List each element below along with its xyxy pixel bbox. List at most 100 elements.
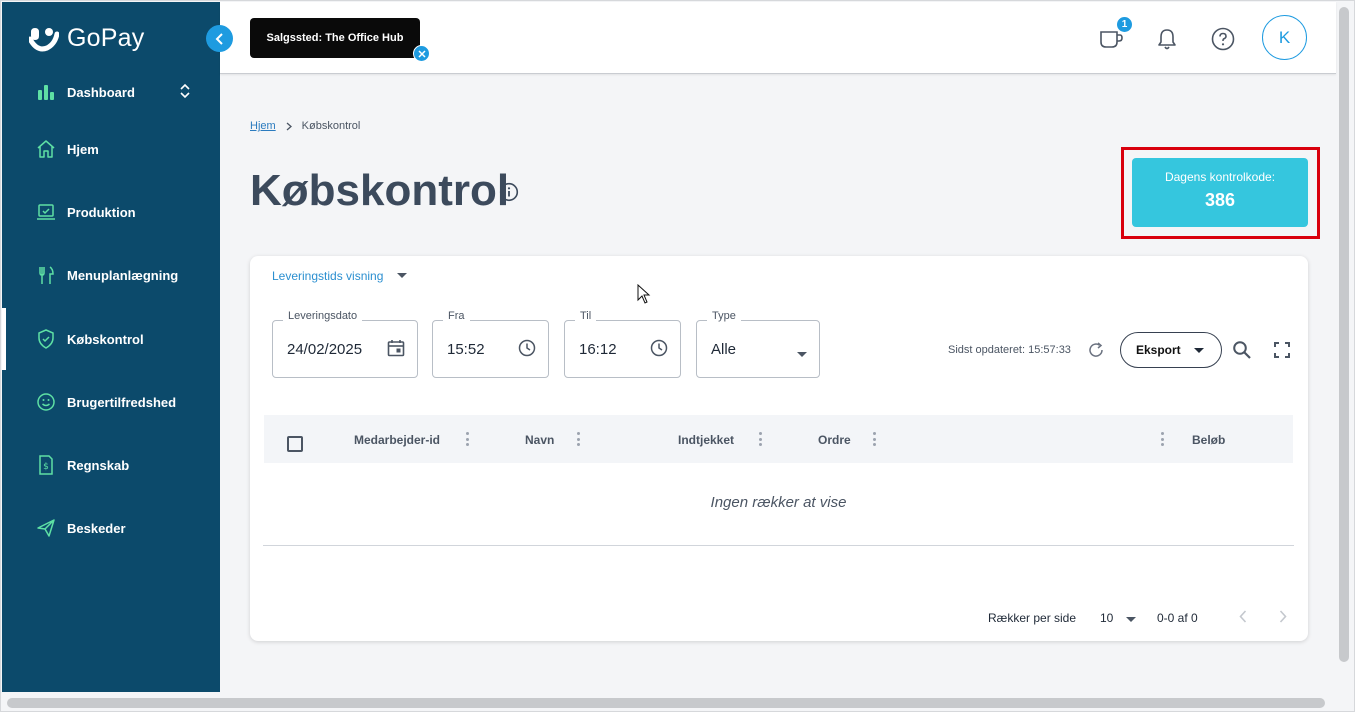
to-time-field[interactable]: Til 16:12 bbox=[564, 310, 681, 378]
column-menu-icon[interactable] bbox=[758, 432, 762, 446]
sidebar-item-hjem[interactable]: Hjem bbox=[2, 118, 220, 180]
refresh-icon[interactable] bbox=[1087, 341, 1105, 364]
cup-icon bbox=[1100, 31, 1123, 48]
bar-chart-icon bbox=[38, 85, 54, 100]
export-label: Eksport bbox=[1136, 343, 1181, 357]
caret-down-icon bbox=[397, 273, 408, 278]
view-mode-label: Leveringstids visning bbox=[272, 269, 384, 283]
sidebar-item-label: Købskontrol bbox=[67, 331, 144, 347]
close-icon bbox=[417, 49, 426, 58]
column-menu-icon[interactable] bbox=[465, 432, 469, 446]
sidebar-item-label: Hjem bbox=[67, 141, 99, 157]
clock-icon[interactable] bbox=[518, 339, 536, 362]
from-time-value: 15:52 bbox=[447, 341, 485, 358]
type-select[interactable]: Type Alle bbox=[696, 310, 820, 378]
column-menu-icon[interactable] bbox=[1160, 432, 1164, 446]
control-code-value: 386 bbox=[1204, 190, 1236, 210]
app-window: GoPay Dashboard Hjem Produktion Menuplan… bbox=[0, 0, 1355, 712]
help-button[interactable] bbox=[1210, 26, 1236, 52]
column-header-checked-in[interactable]: Indtjekket bbox=[678, 433, 734, 447]
table-header: Medarbejder-id Navn Indtjekket Ordre Bel… bbox=[264, 415, 1293, 463]
calendar-icon[interactable] bbox=[387, 339, 405, 362]
shield-check-icon bbox=[35, 328, 57, 350]
notifications-button[interactable] bbox=[1154, 26, 1180, 52]
caret-down-icon bbox=[797, 345, 807, 363]
last-updated-text: Sidst opdateret: 15:57:33 bbox=[948, 344, 1071, 356]
store-chip[interactable]: Salgssted: The Office Hub bbox=[250, 18, 420, 58]
collapse-sidebar-button[interactable] bbox=[206, 25, 233, 52]
from-time-field[interactable]: Fra 15:52 bbox=[432, 310, 549, 378]
sidebar-item-regnskab[interactable]: $ Regnskab bbox=[2, 434, 220, 496]
sidebar-item-label: Menuplanlægning bbox=[67, 267, 179, 283]
sidebar-item-label: Produktion bbox=[67, 204, 136, 220]
avatar[interactable]: K bbox=[1262, 15, 1307, 60]
bell-icon bbox=[1158, 29, 1176, 50]
sidebar: GoPay Dashboard Hjem Produktion Menuplan… bbox=[2, 2, 220, 692]
gopay-logo[interactable]: GoPay bbox=[29, 24, 144, 53]
store-chip-close-button[interactable] bbox=[413, 45, 430, 62]
smiley-icon bbox=[35, 391, 57, 413]
to-time-label: Til bbox=[575, 310, 597, 322]
cutlery-icon bbox=[35, 264, 57, 286]
delivery-date-value: 24/02/2025 bbox=[287, 341, 363, 358]
control-code-card: Dagens kontrolkode: 386 bbox=[1132, 158, 1308, 227]
sidebar-item-menuplanlaegning[interactable]: Menuplanlægning bbox=[2, 244, 220, 306]
rows-per-page-select[interactable]: 10 bbox=[1100, 611, 1113, 625]
top-bar: Salgssted: The Office Hub 1 K bbox=[220, 2, 1336, 74]
purchase-control-card: Leveringstids visning Leveringsdato 24/0… bbox=[250, 256, 1308, 641]
type-label: Type bbox=[707, 310, 741, 322]
home-icon bbox=[35, 138, 57, 160]
to-time-value: 16:12 bbox=[579, 341, 617, 358]
column-menu-icon[interactable] bbox=[576, 432, 580, 446]
pagination-range: 0-0 af 0 bbox=[1157, 611, 1198, 625]
type-value: Alle bbox=[711, 341, 737, 358]
vertical-scrollbar[interactable] bbox=[1339, 7, 1349, 662]
column-header-employee-id[interactable]: Medarbejder-id bbox=[354, 433, 440, 447]
select-all-checkbox[interactable] bbox=[287, 436, 303, 452]
previous-page-icon[interactable] bbox=[1239, 610, 1247, 626]
column-header-name[interactable]: Navn bbox=[525, 433, 554, 447]
column-header-amount[interactable]: Beløb bbox=[1192, 433, 1225, 447]
delivery-date-field[interactable]: Leveringsdato 24/02/2025 bbox=[272, 310, 418, 378]
chevron-left-icon bbox=[215, 32, 223, 45]
export-button[interactable]: Eksport bbox=[1120, 332, 1222, 368]
svg-text:$: $ bbox=[43, 462, 49, 472]
horizontal-scrollbar[interactable] bbox=[7, 698, 1325, 708]
control-code-label: Dagens kontrolkode: bbox=[1164, 170, 1276, 184]
rows-per-page-label: Rækker per side bbox=[988, 611, 1077, 625]
breadcrumb: Hjem Købskontrol bbox=[250, 120, 360, 132]
sidebar-item-produktion[interactable]: Produktion bbox=[2, 181, 220, 243]
delivery-date-label: Leveringsdato bbox=[283, 310, 363, 322]
breadcrumb-current: Købskontrol bbox=[301, 120, 361, 132]
paper-plane-icon bbox=[35, 517, 57, 539]
page-title: Købskontrol bbox=[250, 166, 510, 215]
help-icon bbox=[1211, 27, 1235, 51]
dashboard-label: Dashboard bbox=[67, 84, 135, 100]
search-icon[interactable] bbox=[1232, 340, 1252, 365]
sidebar-item-label: Beskeder bbox=[67, 520, 126, 536]
next-page-icon[interactable] bbox=[1279, 610, 1287, 626]
sidebar-item-label: Brugertilfredshed bbox=[67, 394, 177, 410]
fullscreen-icon[interactable] bbox=[1274, 342, 1290, 363]
sidebar-item-brugertilfredshed[interactable]: Brugertilfredshed bbox=[2, 371, 220, 433]
brand-name: GoPay bbox=[67, 24, 145, 52]
chevron-updown-icon bbox=[180, 83, 190, 99]
laptop-check-icon bbox=[35, 201, 57, 223]
breadcrumb-home-link[interactable]: Hjem bbox=[250, 120, 276, 132]
view-mode-select[interactable]: Leveringstids visning bbox=[272, 269, 408, 283]
cart-count-badge: 1 bbox=[1117, 17, 1132, 32]
dashboard-selector[interactable]: Dashboard bbox=[37, 82, 197, 102]
info-icon[interactable] bbox=[499, 182, 519, 207]
sidebar-item-label: Regnskab bbox=[67, 457, 130, 473]
table-divider bbox=[263, 545, 1294, 546]
chevron-right-icon bbox=[286, 122, 292, 130]
column-header-order[interactable]: Ordre bbox=[818, 433, 851, 447]
caret-down-icon[interactable] bbox=[1126, 617, 1136, 622]
gopay-logo-icon bbox=[29, 27, 59, 51]
clock-icon[interactable] bbox=[650, 339, 668, 362]
caret-down-icon bbox=[1194, 348, 1204, 353]
sidebar-item-kobskontrol[interactable]: Købskontrol bbox=[2, 308, 220, 370]
column-menu-icon[interactable] bbox=[872, 432, 876, 446]
mouse-cursor-icon bbox=[637, 284, 651, 304]
sidebar-item-beskeder[interactable]: Beskeder bbox=[2, 497, 220, 559]
